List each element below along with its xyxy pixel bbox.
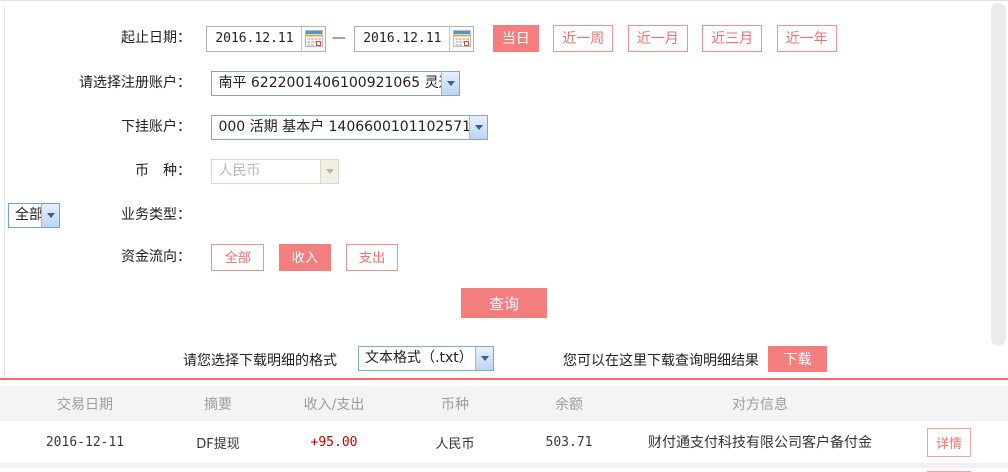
quick-range-today-button[interactable]: 当日 bbox=[493, 25, 539, 52]
quick-range-quarter-button[interactable]: 近三月 bbox=[702, 25, 762, 52]
business-type-label: 业务类型： bbox=[0, 202, 199, 229]
quick-range-week-button[interactable]: 近一周 bbox=[553, 25, 613, 52]
register-account-label: 请选择注册账户： bbox=[0, 70, 199, 97]
sub-account-label: 下挂账户： bbox=[0, 114, 199, 141]
chevron-down-icon[interactable] bbox=[469, 116, 487, 139]
end-date-calendar-icon[interactable] bbox=[449, 27, 473, 51]
table-row: 2016-12-11 DF提现 +95.00 人民币 503.71 财付通支付科… bbox=[0, 421, 1008, 463]
header-counterparty: 对方信息 bbox=[630, 394, 890, 414]
left-edge-divider bbox=[4, 6, 5, 378]
currency-label: 币 种： bbox=[0, 158, 199, 185]
cell-amount: +95.00 bbox=[266, 435, 402, 450]
start-date-input[interactable]: 2016.12.11 bbox=[206, 26, 326, 52]
end-date-input[interactable]: 2016.12.11 bbox=[354, 26, 474, 52]
quick-range-year-button[interactable]: 近一年 bbox=[777, 25, 837, 52]
download-format-select[interactable]: 文本格式（.txt） bbox=[358, 346, 494, 371]
fund-flow-income-button[interactable]: 收入 bbox=[279, 244, 332, 271]
header-balance: 余额 bbox=[508, 394, 630, 414]
cell-currency: 人民币 bbox=[402, 433, 508, 452]
start-date-calendar-icon[interactable] bbox=[301, 27, 325, 51]
fund-flow-label: 资金流向： bbox=[0, 244, 199, 271]
date-range-row: 起止日期： 2016.12.11 bbox=[0, 25, 1008, 53]
register-account-value: 南平 6222001406100921065 灵通卡 bbox=[212, 72, 441, 95]
cell-counterparty: 财付通支付科技有限公司客户备付金 bbox=[630, 432, 890, 452]
register-account-row: 请选择注册账户： 南平 6222001406100921065 灵通卡 bbox=[0, 70, 1008, 98]
fund-flow-expense-button[interactable]: 支出 bbox=[346, 244, 399, 271]
download-format-value: 文本格式（.txt） bbox=[359, 347, 475, 370]
business-type-row: 全部 业务类型： bbox=[0, 202, 1008, 230]
table-header-row: 交易日期 摘要 收入/支出 币种 余额 对方信息 bbox=[0, 386, 1008, 421]
sub-account-select[interactable]: 000 活期 基本户 1406600101102571848 bbox=[211, 115, 488, 140]
query-button[interactable]: 查询 bbox=[461, 288, 547, 318]
chevron-down-icon[interactable] bbox=[475, 347, 493, 370]
download-format-label: 请您选择下载明细的格式 bbox=[183, 350, 337, 370]
currency-row: 币 种： 人民币 bbox=[0, 158, 1008, 186]
cell-balance: 503.71 bbox=[508, 435, 630, 450]
sub-account-row: 下挂账户： 000 活期 基本户 1406600101102571848 bbox=[0, 114, 1008, 142]
date-range-label: 起止日期： bbox=[0, 25, 199, 52]
currency-value: 人民币 bbox=[212, 160, 320, 183]
fund-flow-all-button[interactable]: 全部 bbox=[211, 244, 264, 271]
header-amount: 收入/支出 bbox=[266, 394, 402, 414]
cell-date: 2016-12-11 bbox=[0, 435, 170, 450]
fund-flow-row: 资金流向： 全部 收入 支出 bbox=[0, 244, 1008, 272]
currency-select: 人民币 bbox=[211, 159, 339, 184]
download-hint-text: 您可以在这里下载查询明细结果 bbox=[563, 350, 759, 370]
start-date-value[interactable]: 2016.12.11 bbox=[207, 27, 301, 51]
header-summary: 摘要 bbox=[170, 394, 266, 414]
detail-button[interactable]: 详情 bbox=[927, 428, 971, 457]
table-top-accent-line bbox=[0, 378, 1008, 380]
date-range-separator: — bbox=[331, 25, 347, 52]
download-button[interactable]: 下载 bbox=[768, 346, 827, 372]
transaction-query-page: 起止日期： 2016.12.11 bbox=[0, 0, 1008, 472]
cell-summary: DF提现 bbox=[170, 433, 266, 452]
chevron-down-icon bbox=[320, 160, 338, 183]
quick-range-month-button[interactable]: 近一月 bbox=[628, 25, 688, 52]
header-currency: 币种 bbox=[402, 394, 508, 414]
end-date-value[interactable]: 2016.12.11 bbox=[355, 27, 449, 51]
register-account-select[interactable]: 南平 6222001406100921065 灵通卡 bbox=[211, 71, 460, 96]
table-row-partial: 详情 bbox=[0, 468, 1008, 472]
sub-account-value: 000 活期 基本户 1406600101102571848 bbox=[212, 116, 469, 139]
header-date: 交易日期 bbox=[0, 394, 170, 414]
chevron-down-icon[interactable] bbox=[441, 72, 459, 95]
